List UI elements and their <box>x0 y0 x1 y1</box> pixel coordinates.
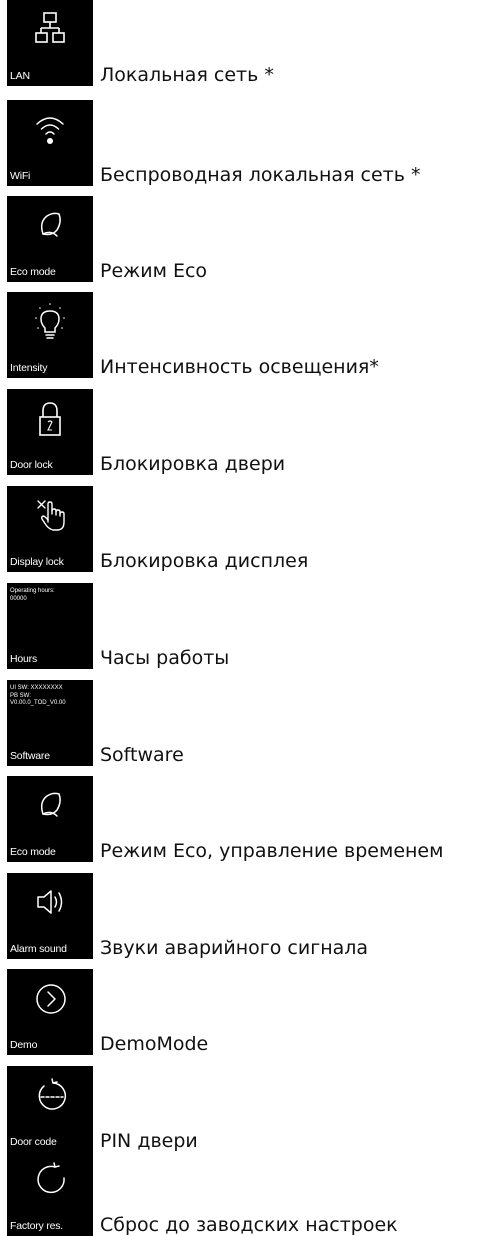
item-description: Интенсивность освещения* <box>100 356 379 378</box>
list-item: Factory res. Сброс до заводских настроек <box>0 1150 488 1236</box>
item-description: Software <box>100 744 184 766</box>
leaf-icon <box>40 212 61 237</box>
operating-hours-info: Operating hours: 00000 <box>10 588 55 602</box>
tile-label: Eco mode <box>10 846 56 858</box>
item-description: DemoMode <box>100 1033 209 1055</box>
tile-label: Alarm sound <box>10 943 67 955</box>
tile-label: WiFi <box>10 170 31 182</box>
list-item: Eco mode Режим Eco <box>0 196 488 282</box>
speaker-icon <box>37 890 63 914</box>
wifi-tile: WiFi <box>7 100 93 186</box>
demo-tile: Demo <box>7 969 93 1055</box>
item-description: Локальная сеть * <box>100 64 274 86</box>
list-item: Intensity Интенсивность освещения* <box>0 292 488 378</box>
reset-icon <box>37 1162 65 1194</box>
hours-tile: Operating hours: 00000 Hours <box>7 583 93 669</box>
software-version-info: UI SW: XXXXXXXX PB SW: V0.00.0_TOD_V0.00 <box>10 685 66 706</box>
tile-label: Demo <box>10 1039 38 1051</box>
list-item: Eco mode Режим Eco, управление временем <box>0 776 488 862</box>
list-item: Operating hours: 00000 Hours Часы работы <box>0 583 488 669</box>
item-description: Звуки аварийного сигнала <box>100 937 369 959</box>
tile-label: Software <box>10 750 50 762</box>
door-code-icon <box>38 1078 67 1110</box>
tile-label: Eco mode <box>10 266 56 278</box>
lan-icon <box>35 12 65 43</box>
lan-tile: LAN <box>7 0 93 86</box>
list-item: Display lock Блокировка дисплея <box>0 486 488 572</box>
factory-reset-tile: Factory res. <box>7 1150 93 1236</box>
eco-mode-tile: Eco mode <box>7 196 93 282</box>
item-description: Сброс до заводских настроек <box>100 1214 398 1236</box>
item-description: Режим Eco <box>100 260 208 282</box>
list-item: Door lock Блокировка двери <box>0 389 488 475</box>
display-lock-tile: Display lock <box>7 486 93 572</box>
door-lock-tile: Door lock <box>7 389 93 475</box>
tile-label: Factory res. <box>10 1220 64 1232</box>
leaf-icon <box>40 792 61 817</box>
intensity-tile: Intensity <box>7 292 93 378</box>
tile-label: Door lock <box>10 459 53 471</box>
touch-lock-icon <box>37 500 65 531</box>
item-description: PIN двери <box>100 1130 198 1152</box>
item-description: Беспроводная локальная сеть * <box>100 164 421 186</box>
list-item: Door code PIN двери <box>0 1066 488 1152</box>
tile-label: Intensity <box>10 362 48 374</box>
list-item: WiFi Беспроводная локальная сеть * <box>0 100 488 186</box>
tile-label: Door code <box>10 1136 57 1148</box>
eco-mode-time-tile: Eco mode <box>7 776 93 862</box>
bulb-icon <box>35 303 65 339</box>
list-item: LAN Локальная сеть * <box>0 0 488 86</box>
play-circle-icon <box>36 984 66 1014</box>
tile-label: Hours <box>10 653 38 665</box>
tile-label: LAN <box>10 70 30 82</box>
tile-label: Display lock <box>10 556 64 568</box>
list-item: Demo DemoMode <box>0 969 488 1055</box>
padlock-icon <box>39 402 61 436</box>
wifi-icon <box>36 117 64 144</box>
item-description: Режим Eco, управление временем <box>100 840 444 862</box>
list-item: UI SW: XXXXXXXX PB SW: V0.00.0_TOD_V0.00… <box>0 680 488 766</box>
software-tile: UI SW: XXXXXXXX PB SW: V0.00.0_TOD_V0.00… <box>7 680 93 766</box>
item-description: Блокировка дисплея <box>100 550 309 572</box>
alarm-sound-tile: Alarm sound <box>7 873 93 959</box>
door-code-tile: Door code <box>7 1066 93 1152</box>
item-description: Часы работы <box>100 647 230 669</box>
item-description: Блокировка двери <box>100 453 286 475</box>
list-item: Alarm sound Звуки аварийного сигнала <box>0 873 488 959</box>
